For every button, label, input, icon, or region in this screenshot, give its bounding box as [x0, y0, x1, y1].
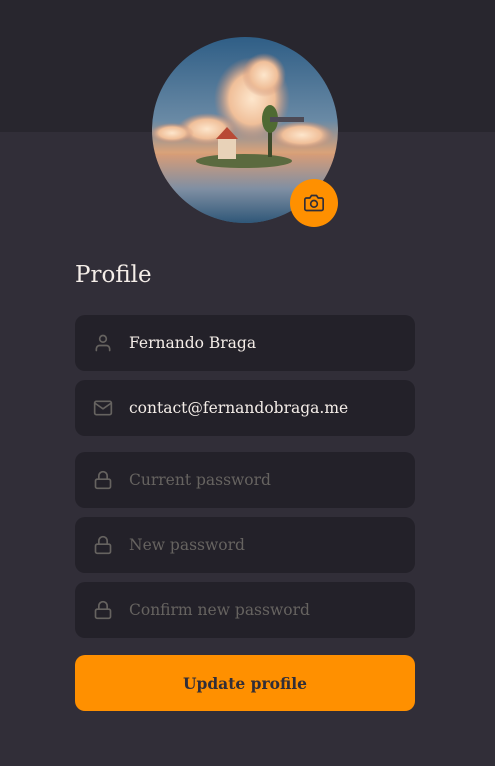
confirm-password-input[interactable] — [129, 601, 403, 619]
email-field[interactable] — [75, 380, 415, 436]
avatar-container — [152, 37, 338, 227]
user-icon — [93, 333, 113, 353]
camera-icon — [304, 194, 324, 212]
profile-form: Profile Fernando Braga contact@fernandob… — [75, 258, 415, 711]
lock-icon — [93, 600, 113, 620]
update-profile-button[interactable]: Update profile — [75, 655, 415, 711]
mail-icon — [93, 398, 113, 418]
current-password-field[interactable] — [75, 452, 415, 508]
lock-icon — [93, 535, 113, 555]
new-password-input[interactable] — [129, 536, 403, 554]
new-password-field[interactable] — [75, 517, 415, 573]
current-password-input[interactable] — [129, 471, 403, 489]
name-field[interactable] — [75, 315, 415, 371]
confirm-password-field[interactable] — [75, 582, 415, 638]
name-input[interactable] — [129, 334, 403, 352]
email-input[interactable] — [129, 399, 403, 417]
page-title: Profile — [75, 262, 152, 288]
lock-icon — [93, 470, 113, 490]
change-avatar-button[interactable] — [290, 179, 338, 227]
